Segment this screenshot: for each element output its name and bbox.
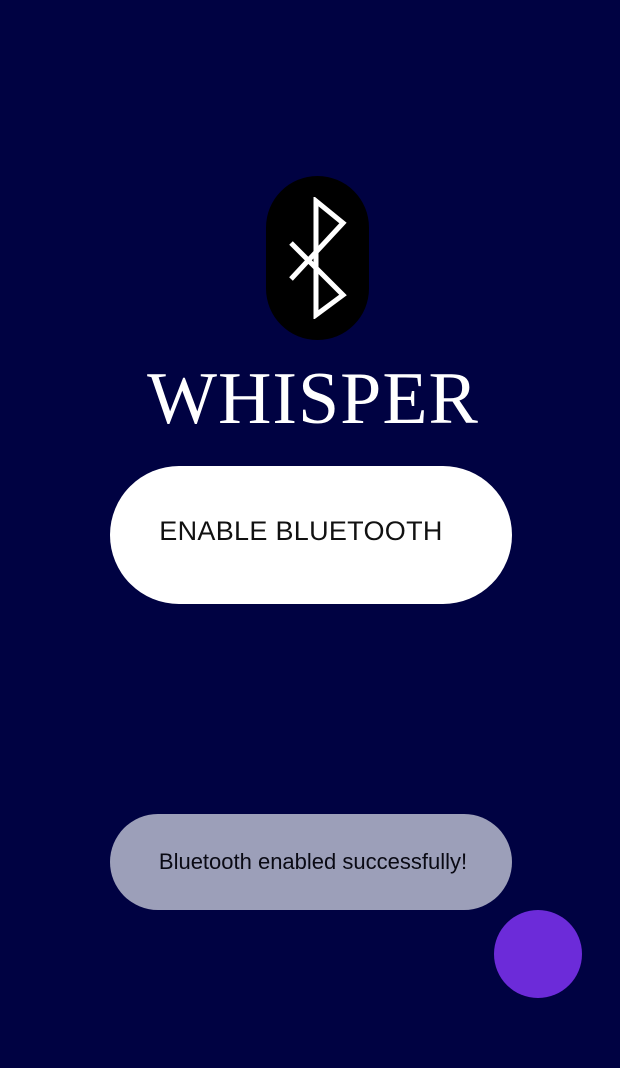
app-title: WHISPER xyxy=(147,358,479,440)
floating-action-button[interactable] xyxy=(494,910,582,998)
enable-bluetooth-button[interactable]: ENABLE BLUETOOTH xyxy=(110,466,512,604)
toast-message: Bluetooth enabled successfully! xyxy=(158,849,468,874)
toast-notification: Bluetooth enabled successfully! xyxy=(110,814,512,910)
bluetooth-logo xyxy=(266,176,369,340)
bluetooth-icon xyxy=(288,197,347,319)
